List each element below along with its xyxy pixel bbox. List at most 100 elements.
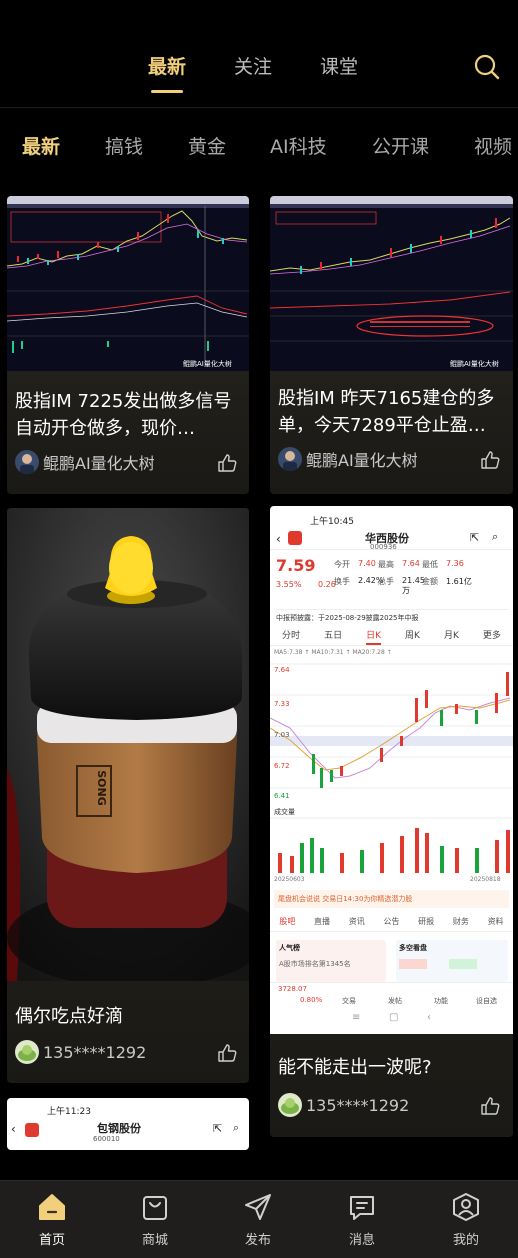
post-author[interactable]: 鲲鹏AI量化大树 <box>15 450 155 474</box>
volume-label: 总手 <box>378 577 394 586</box>
category-gold[interactable]: 黄金 <box>188 132 226 159</box>
tab-latest[interactable]: 最新 <box>148 52 186 79</box>
post-author[interactable]: 135****1292 <box>15 1040 146 1064</box>
stock-code: 000936 <box>370 543 397 551</box>
avatar <box>15 450 39 474</box>
thumbs-up-icon[interactable] <box>216 1042 238 1064</box>
share-icon: ⇱ <box>213 1122 223 1135</box>
category-latest[interactable]: 最新 <box>22 132 60 159</box>
category-make-money[interactable]: 搞钱 <box>105 132 143 159</box>
stock-code: 600010 <box>93 1135 120 1143</box>
status-time: 上午11:23 <box>47 1107 91 1117</box>
author-name: 鲲鹏AI量化大树 <box>43 454 155 473</box>
author-name: 135****1292 <box>43 1042 147 1062</box>
tab-classroom[interactable]: 课堂 <box>320 52 358 79</box>
search-icon[interactable] <box>472 52 502 82</box>
low-value: 7.36 <box>446 559 464 568</box>
chart-thumbnail: 鲲鹏AI量化大树 <box>7 196 249 371</box>
share-icon: ⇱ <box>470 531 480 544</box>
category-ai-tech[interactable]: AI科技 <box>270 132 327 159</box>
avatar <box>15 1040 39 1064</box>
nav-label: 发布 <box>244 1233 271 1248</box>
nav-home[interactable]: 首页 <box>22 1191 82 1248</box>
period-tab-active: 日K <box>366 628 382 645</box>
nav-publish[interactable]: 发布 <box>228 1191 288 1248</box>
post-card[interactable]: 鲲鹏AI量化大树 股指IM 7225发出做多信号自动开仓做多，现价… 鲲鹏AI量… <box>7 196 249 494</box>
index-value: 3728.07 <box>278 985 307 993</box>
low-label: 最低 <box>422 560 438 569</box>
tab-following[interactable]: 关注 <box>234 52 272 79</box>
post-title[interactable]: 偶尔吃点好滴 <box>15 1003 243 1031</box>
bottom-nav: 首页 商城 发布 消息 我的 <box>0 1180 518 1258</box>
period-tab: 五日 <box>324 631 343 641</box>
turnover-value: 2.42% <box>358 576 384 585</box>
stock-change-pct: 3.55% <box>276 580 302 589</box>
nav-messages[interactable]: 消息 <box>332 1191 392 1248</box>
app-logo <box>288 531 302 545</box>
shopping-bag-icon <box>143 1196 167 1220</box>
period-tab: 分时 <box>282 631 301 641</box>
system-nav-bar: ≡ ▢ ‹ <box>351 1012 432 1023</box>
index-change: 0.80% <box>300 996 323 1004</box>
bottom-tab: 研报 <box>418 917 435 926</box>
app-logo <box>25 1123 39 1137</box>
cup-photo: SONG <box>7 508 249 988</box>
category-open-class[interactable]: 公开课 <box>372 132 429 159</box>
high-value: 7.64 <box>402 559 420 568</box>
nav-mall[interactable]: 商城 <box>125 1191 185 1248</box>
report-notice: 中报预披露：于2025-08-29披露2025年中报 <box>276 609 508 623</box>
post-title[interactable]: 股指IM 昨天7165建仓的多单，今天7289平仓止盈… <box>278 385 507 439</box>
period-tab: 周K <box>405 631 420 641</box>
ma-line: MA5:7.38 ↑ MA10:7.31 ↑ MA20:7.28 ↑ <box>274 649 392 656</box>
bottom-tab: 股吧 <box>279 917 296 926</box>
open-label: 今开 <box>334 560 350 569</box>
post-title[interactable]: 股指IM 7225发出做多信号自动开仓做多，现价… <box>15 388 243 442</box>
nav-label: 我的 <box>452 1233 479 1248</box>
period-tab: 更多 <box>482 631 501 641</box>
search-icon: ⌕ <box>233 1121 240 1134</box>
volume-value: 21.45万 <box>402 576 425 595</box>
candle-chart: 6.72 7.33 7.03 7.64 6.41 成交量 20250603 20… <box>270 663 513 883</box>
post-card[interactable]: SONG 偶尔吃点好滴 135****1292 <box>7 508 249 1083</box>
back-icon: ‹ <box>11 1122 16 1136</box>
nav-label: 消息 <box>348 1233 375 1248</box>
thumbs-up-icon[interactable] <box>216 452 238 474</box>
turnover-label: 换手 <box>334 577 350 586</box>
back-icon: ‹ <box>276 532 281 546</box>
home-icon <box>39 1194 65 1220</box>
date-start: 20250603 <box>274 876 305 883</box>
active-tab-indicator <box>151 90 183 93</box>
hot-rank: A股市场排名第1345名 <box>279 960 351 968</box>
post-title[interactable]: 能不能走出一波呢? <box>278 1054 507 1082</box>
category-video[interactable]: 视频 <box>474 132 512 159</box>
status-time: 上午10:45 <box>310 517 354 527</box>
action-item: 功能 <box>434 997 448 1005</box>
chart-thumbnail: 鲲鹏AI量化大树 <box>270 196 513 371</box>
open-value: 7.40 <box>358 559 376 568</box>
nav-profile[interactable]: 我的 <box>436 1191 496 1248</box>
avatar <box>278 447 302 471</box>
y-label: 7.03 <box>274 731 290 739</box>
bull-bear-label: 多空看盘 <box>399 944 427 952</box>
hot-label: 人气榜 <box>279 944 300 952</box>
post-card[interactable]: 上午11:23 ‹ 包钢股份 600010 ⇱ ⌕ <box>7 1098 249 1150</box>
y-label: 6.72 <box>274 762 290 770</box>
bottom-tab: 财务 <box>452 917 469 926</box>
promo-banner: 尾盘机会说说 交易日14:30为你精选潜力股 <box>274 890 509 908</box>
thumbs-up-icon[interactable] <box>479 1095 501 1117</box>
post-card[interactable]: 鲲鹏AI量化大树 股指IM 昨天7165建仓的多单，今天7289平仓止盈… 鲲鹏… <box>270 196 513 494</box>
bottom-tab: 资讯 <box>348 917 365 926</box>
nav-label: 商城 <box>141 1233 168 1248</box>
post-author[interactable]: 鲲鹏AI量化大树 <box>278 447 418 471</box>
post-author[interactable]: 135****1292 <box>278 1093 409 1117</box>
top-tab-bar: 最新 关注 课堂 <box>0 0 518 108</box>
chart-watermark: 鲲鹏AI量化大树 <box>183 359 232 368</box>
thumbs-up-icon[interactable] <box>479 449 501 471</box>
volume-label: 成交量 <box>274 807 295 816</box>
category-row: 最新 搞钱 黄金 AI科技 公开课 视频 <box>0 128 518 168</box>
post-card[interactable]: 上午10:45 ‹ 华西股份 000936 ⇱ ⌕ 7.59 3.55% 0.2… <box>270 506 513 1137</box>
bottom-tab: 直播 <box>314 917 331 926</box>
stock-name: 包钢股份 <box>97 1122 141 1135</box>
action-item: 交易 <box>342 997 356 1005</box>
stock-price: 7.59 <box>276 556 316 575</box>
